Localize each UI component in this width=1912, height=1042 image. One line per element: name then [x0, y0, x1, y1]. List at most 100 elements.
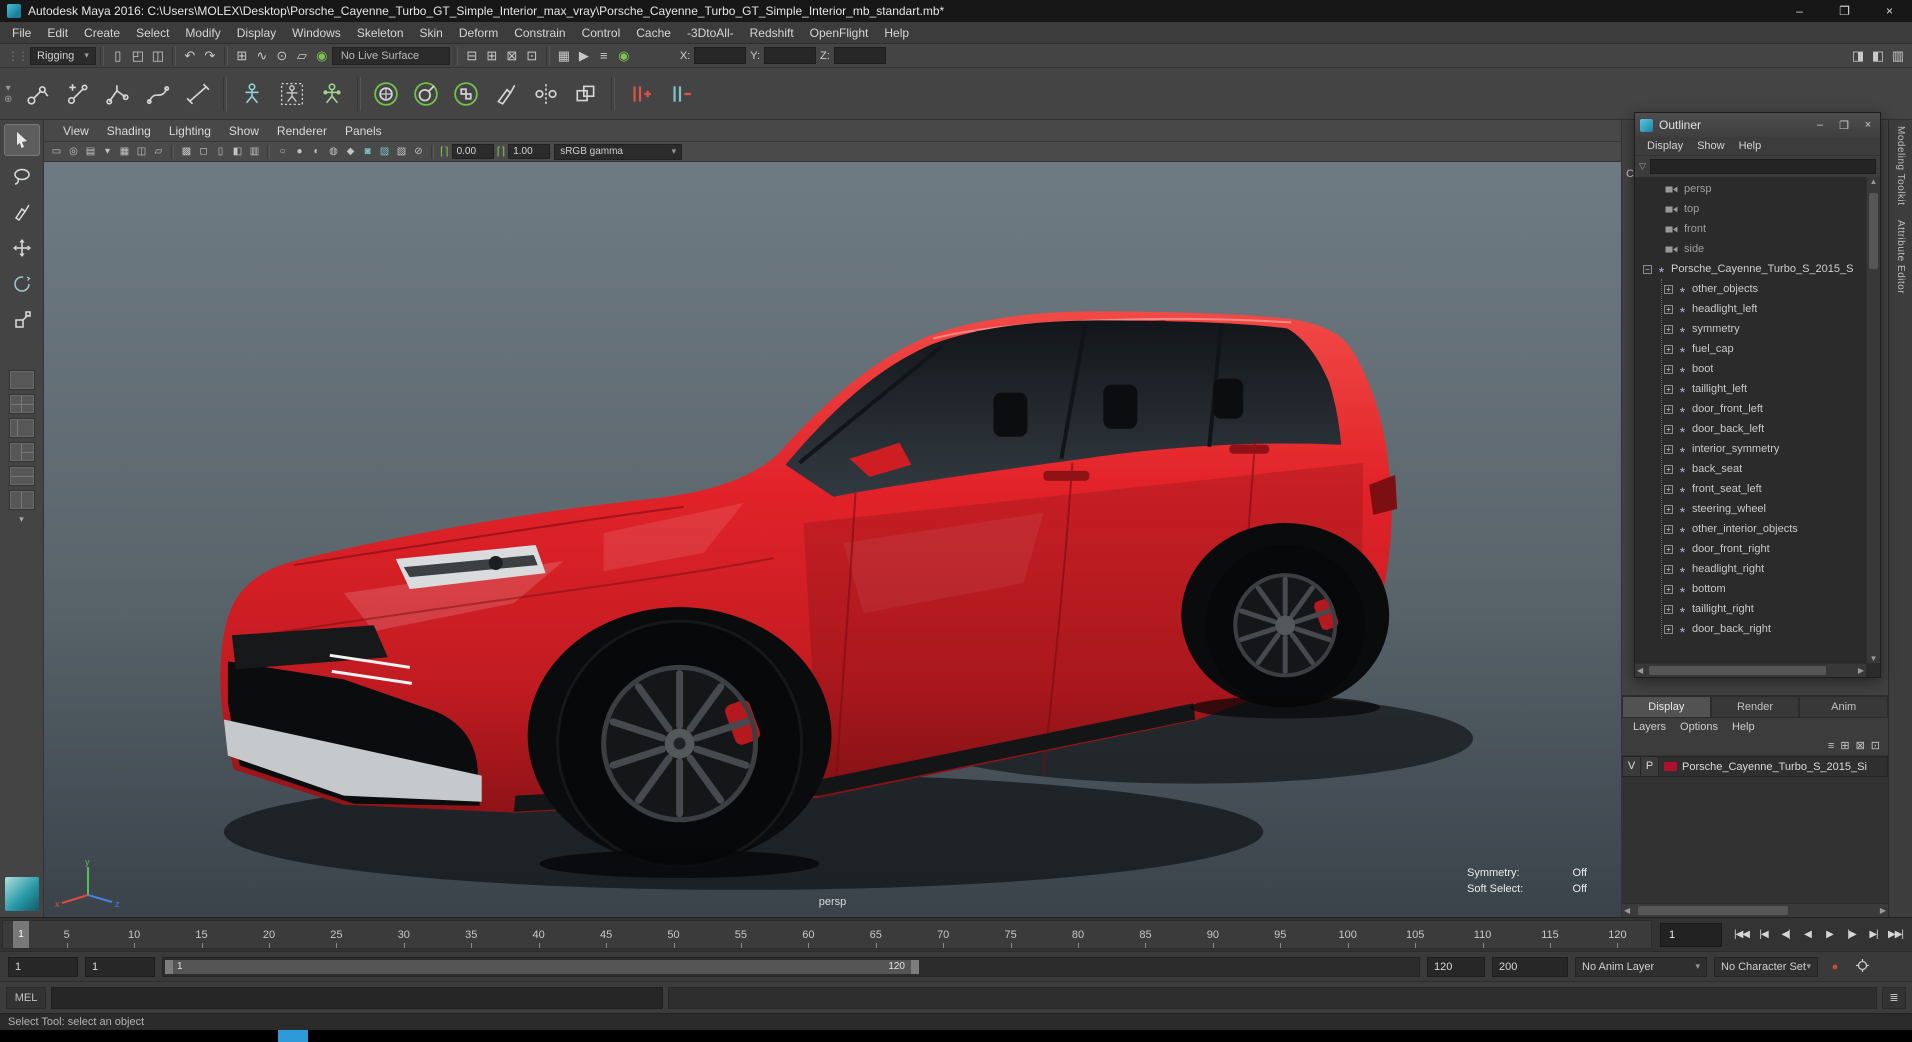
panel-menu-item[interactable]: Shading — [98, 124, 160, 138]
step-forward-frame-button[interactable]: ▶| — [1864, 929, 1883, 940]
outliner-item[interactable]: + * boot — [1662, 359, 1866, 380]
current-time-marker[interactable]: 1 — [13, 921, 29, 948]
gamma-field[interactable]: 1.00 — [508, 144, 551, 159]
panel-menu-item[interactable]: Panels — [336, 124, 391, 138]
render-current-frame-icon[interactable]: ▦ — [554, 46, 574, 66]
play-backwards-button[interactable]: ◀ — [1798, 929, 1817, 940]
outliner-close-button[interactable]: × — [1856, 119, 1880, 132]
selection-mask-component-icon[interactable]: ⊠ — [502, 46, 522, 66]
humanik-character-icon[interactable] — [234, 76, 270, 112]
layer-menu-item[interactable]: Options — [1673, 721, 1725, 733]
create-joint-icon[interactable] — [20, 76, 56, 112]
frame-tick[interactable]: 30 — [370, 921, 437, 948]
layout-outliner-persp-button[interactable] — [8, 490, 35, 510]
layer-list-icon[interactable]: ⊡ — [1871, 739, 1880, 752]
expand-icon[interactable]: + — [1664, 424, 1673, 434]
outliner-item[interactable]: + * taillight_right — [1662, 599, 1866, 620]
frame-tick[interactable]: 55 — [707, 921, 774, 948]
character-set-dropdown[interactable]: No Character Set ▾ — [1714, 956, 1818, 977]
ik-handle-tool-icon[interactable] — [100, 76, 136, 112]
outliner-maximize-button[interactable]: ❐ — [1832, 119, 1856, 132]
windows-taskbar[interactable] — [0, 1030, 1912, 1042]
outliner-titlebar[interactable]: Outliner – ❐ × — [1635, 113, 1880, 137]
expand-icon[interactable]: + — [1664, 404, 1673, 414]
insert-joint-icon[interactable] — [60, 76, 96, 112]
x-coordinate-field[interactable] — [694, 47, 747, 64]
close-button[interactable]: × — [1867, 0, 1912, 22]
rotate-tool-button[interactable] — [4, 268, 40, 300]
mirror-skin-weights-icon[interactable] — [528, 76, 564, 112]
range-end-handle[interactable] — [911, 959, 919, 974]
frame-tick[interactable]: 25 — [303, 921, 370, 948]
expand-icon[interactable]: + — [1664, 484, 1673, 494]
range-start-handle[interactable] — [165, 959, 173, 974]
expand-icon[interactable]: + — [1664, 364, 1673, 374]
panel-menu-item[interactable]: View — [54, 124, 98, 138]
layer-menu-item[interactable]: Help — [1725, 721, 1762, 733]
command-language-button[interactable]: MEL — [6, 986, 46, 1009]
frame-tick[interactable]: 100 — [1314, 921, 1381, 948]
collapse-icon[interactable]: − — [1643, 264, 1652, 274]
range-slider[interactable]: 1 120 — [162, 956, 1420, 977]
shelf-menu-icon[interactable]: ▾ — [6, 83, 11, 94]
scale-tool-button[interactable] — [4, 304, 40, 336]
frame-tick[interactable]: 120 — [1584, 921, 1651, 948]
toggle-modeling-toolkit-icon[interactable]: ◨ — [1848, 46, 1868, 66]
new-scene-icon[interactable]: ▯ — [108, 46, 128, 66]
menu-item[interactable]: Constrain — [506, 26, 573, 40]
outliner-item[interactable]: + * steering_wheel — [1662, 499, 1866, 520]
menu-item[interactable]: Display — [229, 26, 284, 40]
panel-menu-item[interactable]: Lighting — [160, 124, 220, 138]
expand-icon[interactable]: + — [1664, 584, 1673, 594]
menu-item[interactable]: Create — [76, 26, 128, 40]
selection-mask-object-icon[interactable]: ⊞ — [482, 46, 502, 66]
field-chart-icon[interactable]: ▥ — [246, 144, 263, 160]
expand-icon[interactable]: + — [1664, 624, 1673, 634]
exposure-field[interactable]: 0.00 — [451, 144, 494, 159]
colorspace-dropdown[interactable]: sRGB gamma ▾ — [554, 143, 683, 160]
scroll-right-icon[interactable]: ▶ — [1880, 906, 1886, 915]
smooth-bind-icon[interactable] — [368, 76, 404, 112]
expand-icon[interactable]: + — [1664, 524, 1673, 534]
expand-icon[interactable]: + — [1664, 304, 1673, 314]
menu-item[interactable]: Deform — [451, 26, 506, 40]
scroll-up-icon[interactable]: ▲ — [1870, 177, 1878, 186]
add-influence-icon[interactable] — [622, 76, 658, 112]
make-live-icon[interactable]: ◉ — [312, 46, 332, 66]
layer-options-icon[interactable]: ≡ — [1828, 740, 1834, 752]
live-surface-field[interactable]: No Live Surface — [331, 46, 450, 65]
z-coordinate-field[interactable] — [833, 47, 886, 64]
shadows-icon[interactable]: ◆ — [342, 144, 359, 160]
select-camera-icon[interactable]: ▭ — [48, 144, 65, 160]
viewport-3d-canvas[interactable]: y x z persp Symmetry: Off Soft Select: O… — [44, 162, 1621, 917]
frame-tick[interactable]: 95 — [1247, 921, 1314, 948]
outliner-minimize-button[interactable]: – — [1808, 119, 1832, 132]
frame-tick[interactable]: 50 — [640, 921, 707, 948]
snap-to-curve-icon[interactable]: ∿ — [252, 46, 272, 66]
bookmarks-icon[interactable]: ▾ — [99, 144, 116, 160]
layer-playback-toggle[interactable]: P — [1641, 757, 1659, 776]
expand-icon[interactable]: + — [1664, 604, 1673, 614]
menu-item[interactable]: -3DtoAll- — [679, 26, 742, 40]
layout-three-pane-button[interactable] — [8, 442, 35, 462]
script-editor-icon[interactable]: ≣ — [1882, 986, 1906, 1009]
outliner-item[interactable]: + * bottom — [1662, 579, 1866, 600]
layer-color-swatch[interactable] — [1664, 762, 1677, 771]
ik-spline-handle-tool-icon[interactable] — [140, 76, 176, 112]
outliner-item[interactable]: + * front_seat_left — [1662, 479, 1866, 500]
camera-attributes-icon[interactable]: ▤ — [82, 144, 99, 160]
outliner-item-camera[interactable]: front — [1635, 219, 1866, 239]
animation-start-field[interactable]: 1 — [8, 956, 78, 977]
frame-tick[interactable]: 75 — [977, 921, 1044, 948]
maximize-button[interactable]: ❐ — [1822, 0, 1867, 22]
outliner-item[interactable]: + * back_seat — [1662, 459, 1866, 480]
outliner-item-camera[interactable]: top — [1635, 199, 1866, 219]
anim-layer-dropdown[interactable]: No Anim Layer ▾ — [1575, 956, 1707, 977]
layout-two-pane-stacked-button[interactable] — [8, 466, 35, 486]
layout-two-pane-side-button[interactable] — [8, 418, 35, 438]
statusline-grip[interactable]: ⋮⋮ — [7, 49, 29, 63]
outliner-item[interactable]: + * taillight_left — [1662, 379, 1866, 400]
remove-influence-icon[interactable] — [662, 76, 698, 112]
gamma-icon[interactable]: ⌈⌉ — [497, 145, 506, 158]
film-gate-icon[interactable]: ◻ — [195, 144, 212, 160]
